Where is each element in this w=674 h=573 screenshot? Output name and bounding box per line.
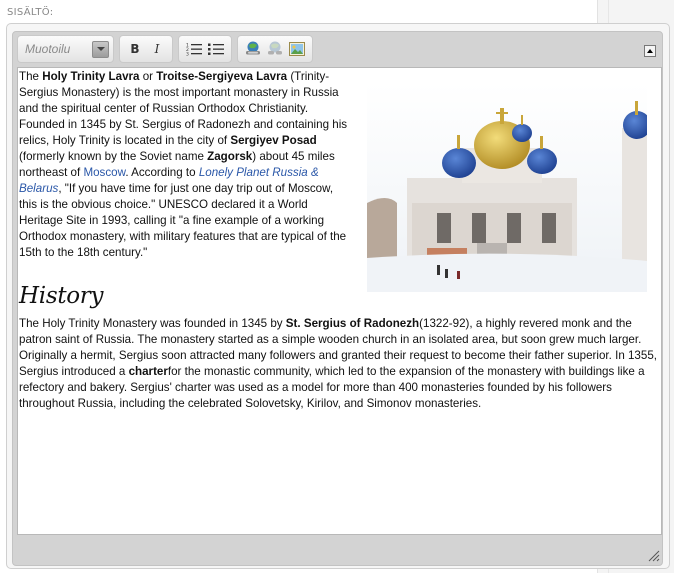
italic-button[interactable]: I — [147, 39, 167, 59]
bold-text: St. Sergius of Radonezh — [285, 317, 420, 330]
collapse-toolbar-button[interactable] — [644, 45, 656, 57]
bullet-list-icon[interactable] — [206, 39, 226, 59]
content-section-label: SISÄLTÖ: — [7, 7, 54, 18]
chevron-down-icon[interactable] — [92, 40, 109, 58]
history-heading: History — [19, 283, 104, 309]
rich-text-editor: Muotoilu B I 1 2 3 The Holy Trinity Lavr… — [12, 31, 663, 566]
bold-button[interactable]: B — [125, 39, 145, 59]
editor-toolbar: Muotoilu B I 1 2 3 — [17, 35, 318, 63]
text-style-group: B I — [119, 35, 173, 63]
unlink-icon[interactable] — [265, 39, 285, 59]
svg-text:3: 3 — [186, 52, 189, 57]
bold-text: Sergiyev Posad — [230, 134, 317, 147]
numbered-list-icon[interactable]: 1 2 3 — [184, 39, 204, 59]
monastery-photo[interactable] — [367, 83, 647, 292]
editor-content-area[interactable]: The Holy Trinity Lavra or Troitse-Sergiy… — [17, 67, 662, 535]
image-icon[interactable] — [287, 39, 307, 59]
format-select[interactable]: Muotoilu — [22, 40, 109, 58]
intro-paragraph: The Holy Trinity Lavra or Troitse-Sergiy… — [19, 70, 348, 259]
link-icon[interactable] — [243, 39, 263, 59]
bold-text: Zagorsk — [207, 150, 253, 163]
bold-text: Holy Trinity Lavra — [42, 70, 140, 83]
insert-group — [237, 35, 313, 63]
moscow-link[interactable]: Moscow — [83, 166, 125, 179]
history-paragraph-1: The Holy Trinity Monastery was founded i… — [19, 317, 642, 346]
history-paragraph-2: Originally a hermit, Sergius soon attrac… — [19, 349, 657, 410]
bold-text: charter — [128, 365, 168, 378]
list-group: 1 2 3 — [178, 35, 232, 63]
format-select-label: Muotoilu — [25, 42, 71, 56]
resize-handle-icon[interactable] — [648, 550, 660, 562]
history-section: The Holy Trinity Monastery was founded i… — [19, 316, 661, 412]
bold-text: Troitse-Sergiyeva Lavra — [156, 70, 288, 83]
format-group: Muotoilu — [17, 35, 114, 63]
